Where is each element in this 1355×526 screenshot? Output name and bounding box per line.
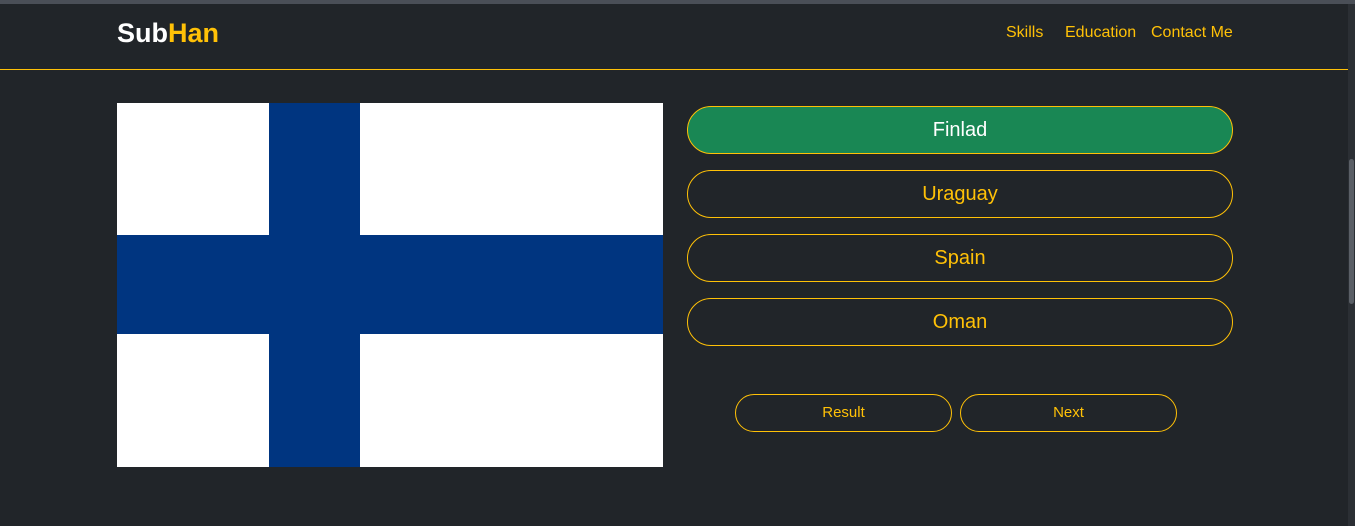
navbar: SubHan Skills Education Contact Me <box>0 4 1348 70</box>
nav-link-contact[interactable]: Contact Me <box>1151 24 1233 42</box>
answer-option-4[interactable]: Oman <box>687 298 1233 346</box>
page-scrollbar[interactable] <box>1348 4 1355 526</box>
brand-part-1: Sub <box>117 18 168 48</box>
flag-cross-horizontal <box>117 235 663 334</box>
scrollbar-thumb[interactable] <box>1349 159 1354 304</box>
answer-option-1[interactable]: Finlad <box>687 106 1233 154</box>
brand-part-2: Han <box>168 18 220 48</box>
answer-option-3[interactable]: Spain <box>687 234 1233 282</box>
finland-flag-icon <box>117 103 663 467</box>
answer-option-2[interactable]: Uraguay <box>687 170 1233 218</box>
next-button[interactable]: Next <box>960 394 1177 432</box>
nav-link-education[interactable]: Education <box>1065 24 1136 42</box>
nav-link-skills[interactable]: Skills <box>1006 24 1043 42</box>
brand-logo[interactable]: SubHan <box>117 18 219 49</box>
result-button[interactable]: Result <box>735 394 952 432</box>
